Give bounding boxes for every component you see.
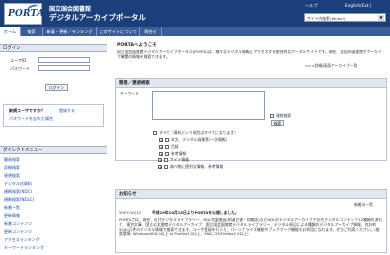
site-header: PORTA 国立国会図書館 デジタルアーカイブポータル ヘルプ English(… (0, 0, 390, 27)
register-link[interactable]: 登録する (59, 108, 75, 114)
expand-icon[interactable]: + (158, 165, 162, 170)
tab-search[interactable]: 検索 (21, 27, 43, 36)
logo-text: PORTA (8, 9, 45, 19)
main-tabbar: ホーム 検索 新着・更新／ランキング このサイトについて 問合せ (0, 27, 390, 36)
welcome-heading: PORTAへようこそ (117, 43, 157, 48)
category-checkbox[interactable] (165, 152, 169, 156)
category-label: 調べ物に便利な情報、参考情報 (170, 164, 224, 169)
assoc-search-checkbox[interactable] (270, 114, 274, 118)
forgot-password-link[interactable]: パスワードを忘れた場合 (9, 116, 53, 122)
menu-item-updates[interactable]: 更新情報 (4, 213, 20, 219)
news-date: 2007/10/15 (119, 210, 141, 215)
english-link[interactable]: English(Ext.) (345, 3, 372, 8)
expand-icon[interactable]: + (158, 158, 162, 163)
all-checkbox[interactable] (153, 131, 157, 135)
menu-item-new-contents[interactable]: 新着コンテンツ (4, 221, 32, 227)
category-checkbox[interactable] (164, 158, 168, 162)
menu-item-keyword-ranking[interactable]: キーワードランキング (4, 245, 44, 251)
expand-icon[interactable]: + (159, 145, 163, 150)
direct-menu-heading: ダイレクトメニュー (0, 146, 107, 154)
site-title-name: デジタルアーカイブポータル (49, 13, 146, 22)
welcome-body: 国立国会図書館デジタルアーカイブポータル(PORTA)は、様々なデジタル情報にア… (117, 50, 382, 59)
site-search-box[interactable]: サイト内検索(Yahoo!) ▼ (304, 13, 386, 22)
site-search-label: サイト内検索(Yahoo!) (307, 16, 346, 21)
tab-home[interactable]: ホーム (0, 27, 21, 36)
news-body: PORTAでは、現在、近代デジタルライブラリー、NDL貴重書画(和漢古書・和雑誌… (119, 218, 383, 237)
password-label: パスワード (10, 66, 30, 71)
search-panel-heading: 簡易／連想検索 (116, 79, 386, 88)
keyword-textarea[interactable] (152, 91, 265, 120)
category-label: 参考情報 (171, 151, 187, 156)
category-label: 本文、デジタル画像等(一次情報) (171, 137, 228, 142)
user-id-input[interactable] (38, 57, 90, 63)
category-checkbox[interactable] (164, 165, 168, 169)
tab-contact[interactable]: 問合せ (140, 27, 162, 36)
login-button[interactable]: ログイン (45, 84, 68, 91)
menu-item-new-list[interactable]: 新着一覧 (4, 205, 20, 211)
new-user-box: 新規ユーザですか？ 登録する パスワードを忘れた場合 (3, 104, 104, 127)
expand-icon[interactable]: + (159, 138, 163, 143)
all-checkbox-label: すべて（資料という項目はすべてになります） (159, 130, 238, 135)
login-heading: ログイン (0, 44, 107, 52)
dropdown-arrow-icon[interactable]: ▼ (378, 15, 384, 21)
keyword-label: キーワード (120, 91, 139, 96)
category-checkbox[interactable] (165, 145, 169, 149)
password-input[interactable] (38, 65, 90, 71)
expand-icon[interactable]: + (159, 152, 163, 157)
menu-item-associative-search[interactable]: 連想検索 (4, 173, 20, 179)
menu-item-cross-ndlc[interactable]: 横断検索(NDLC) (4, 197, 34, 203)
search-panel: 簡易／連想検索 キーワード 連想検索 検索 すべて（資料という項目はすべてになり… (115, 78, 387, 161)
news-heading: お知らせ (116, 190, 386, 199)
category-checkbox[interactable] (165, 138, 169, 142)
menu-item-simple-search[interactable]: 簡易検索 (4, 157, 20, 163)
category-label: サイト情報 (170, 157, 189, 162)
search-button[interactable]: 検索 (271, 120, 284, 126)
new-user-question: 新規ユーザですか？ (9, 108, 45, 113)
menu-item-updated-contents[interactable]: 更新コンテンツ (4, 229, 32, 235)
help-link[interactable]: ヘルプ (305, 3, 318, 9)
welcome-more-link[interactable]: >>>詳細/画面アーカイブ一覧 (305, 63, 357, 68)
welcome-panel: PORTAへようこそ 国立国会図書館デジタルアーカイブポータル(PORTA)は、… (115, 41, 387, 73)
tab-about[interactable]: このサイトについて (97, 27, 140, 36)
user-id-label: ユーザID (10, 58, 27, 63)
menu-item-access-ranking[interactable]: アクセスランキング (4, 237, 40, 243)
assoc-search-label: 連想検索 (276, 113, 292, 118)
menu-item-digitized[interactable]: デジタル化資料 (4, 181, 32, 187)
tab-new-ranking[interactable]: 新着・更新／ランキング (43, 27, 97, 36)
news-panel: お知らせ 新着の一覧 2007/10/15 平成19年10月15日よりPORTA… (115, 189, 387, 253)
menu-item-advanced-search[interactable]: 詳細検索 (4, 165, 20, 171)
news-list-link[interactable]: 新着の一覧 (354, 202, 373, 207)
menu-item-cross-ndc[interactable]: 横断検索(NDC) (4, 189, 32, 195)
news-headline[interactable]: 平成19年10月15日よりPORTAを公開しました。 (152, 210, 239, 215)
category-label: 目録 (171, 144, 179, 149)
porta-logo[interactable]: PORTA (4, 3, 45, 25)
